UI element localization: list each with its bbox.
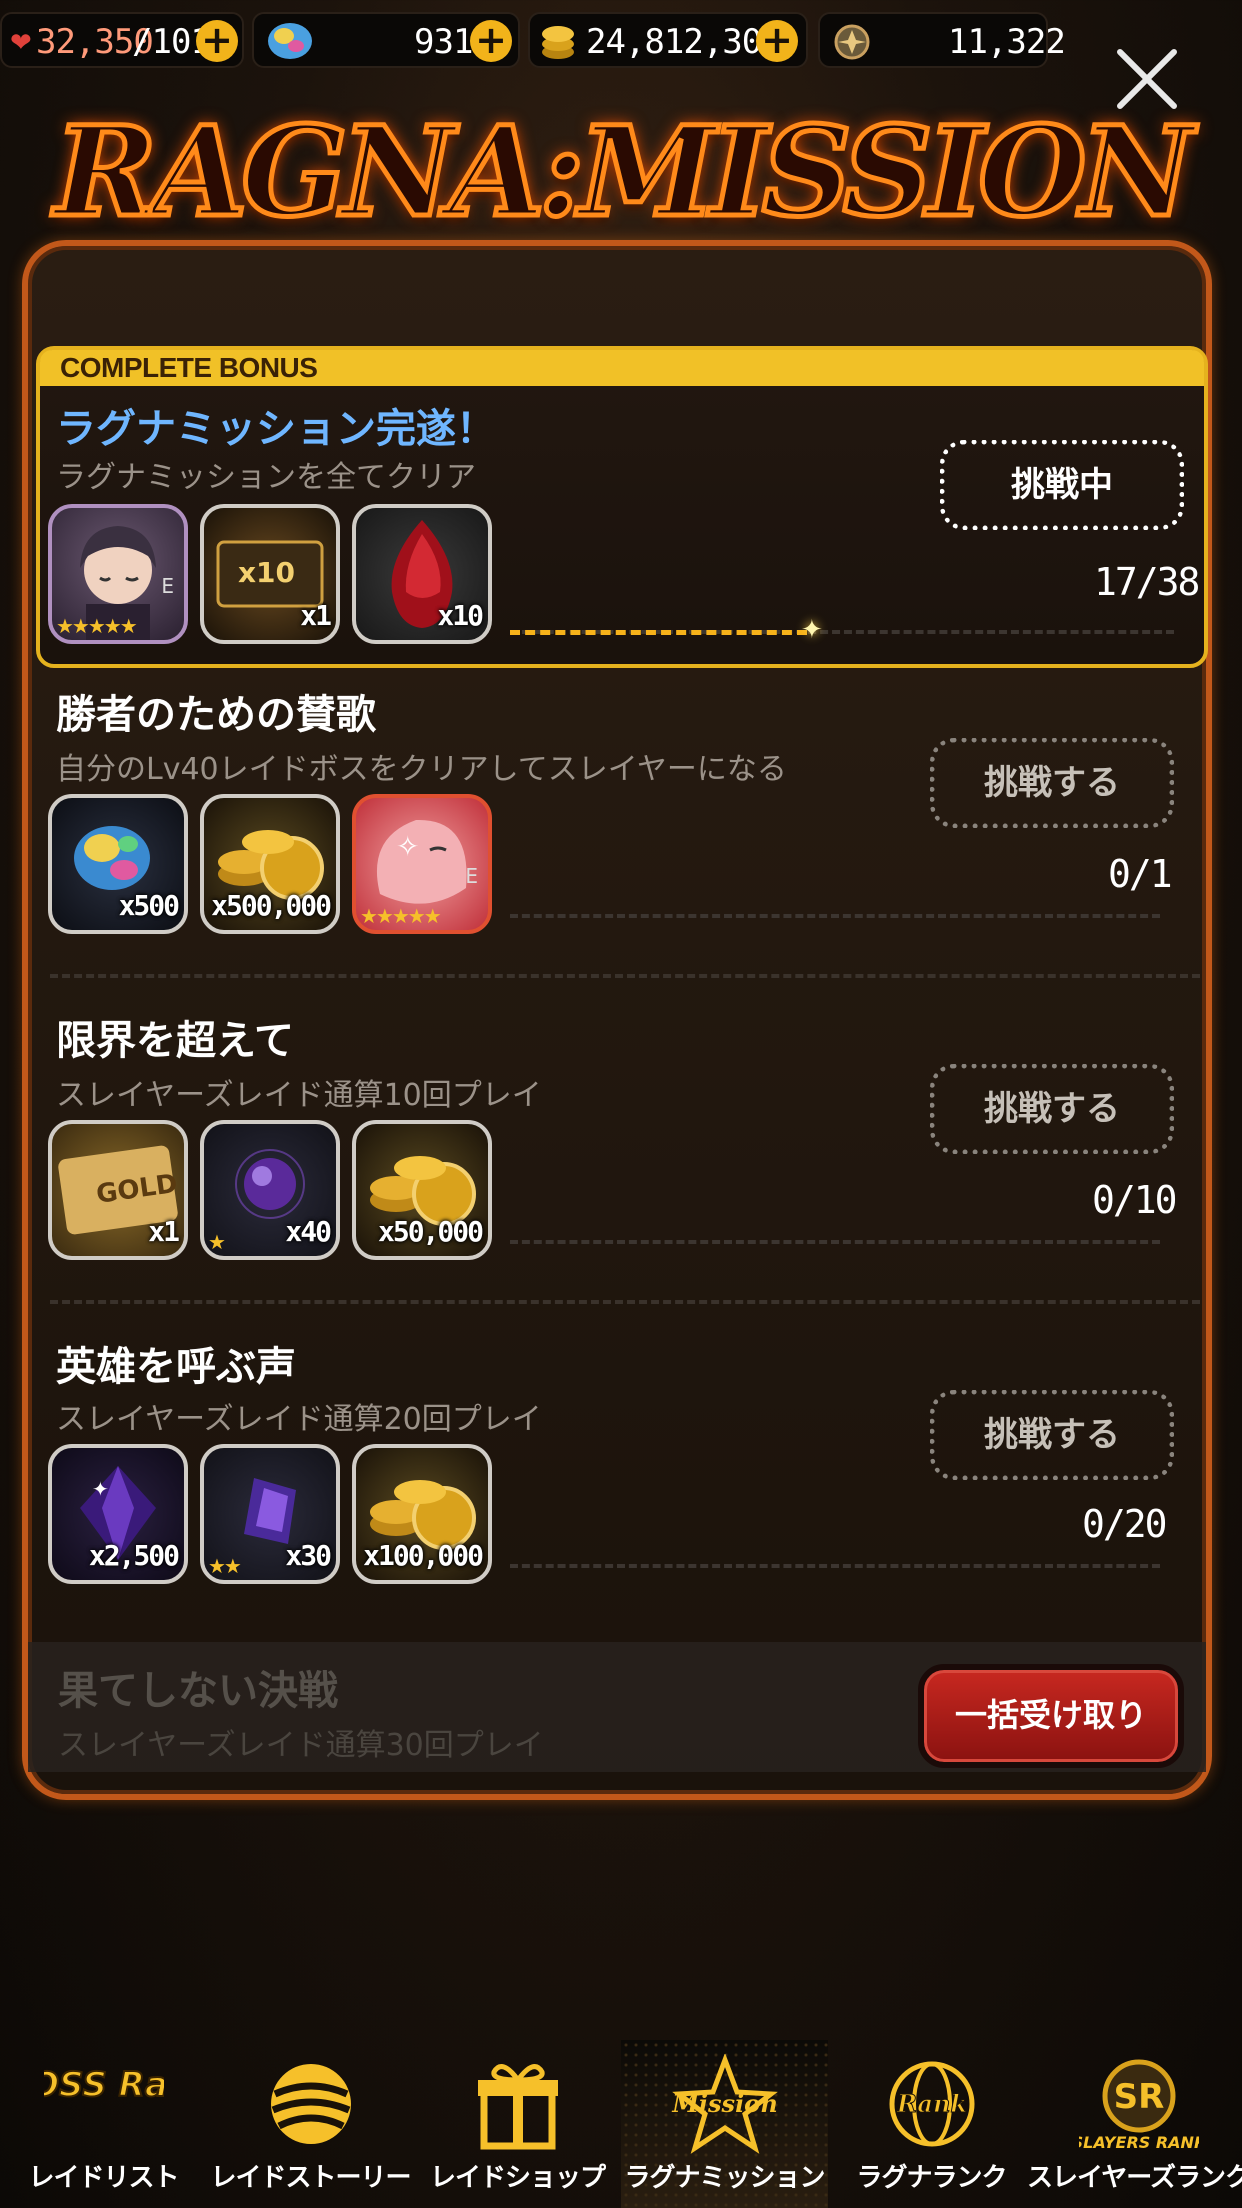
reward-pink-creature[interactable]: ✧ E ★★★★★: [352, 794, 492, 934]
reward-qty: x30: [285, 1539, 332, 1572]
divider: [50, 1300, 1200, 1304]
reward-qty: x500: [118, 889, 180, 922]
mission-description: スレイヤーズレイド通算20回プレイ: [56, 1402, 542, 1437]
gift-box-icon: [477, 2064, 558, 2150]
gem-value: 931: [414, 22, 473, 62]
mission-progress: 0/1: [1108, 852, 1173, 896]
complete-bonus-label: COMPLETE BONUS: [60, 352, 318, 383]
divider: [50, 974, 1200, 978]
rarity-stars: ★★: [208, 1554, 242, 1578]
progress-track: [510, 1240, 1160, 1244]
reward-purple-orb[interactable]: x40 ★: [200, 1120, 340, 1260]
gold-counter: 24,812,309 +: [528, 12, 808, 68]
complete-bonus-title: ラグナミッション完遂！: [56, 406, 496, 452]
rarity-stars: ★: [208, 1230, 226, 1254]
add-stamina-button[interactable]: +: [196, 20, 238, 62]
complete-bonus-tab: COMPLETE BONUS: [40, 350, 1204, 386]
reward-qty: x100,000: [363, 1539, 484, 1572]
svg-text:✧: ✧: [396, 830, 419, 863]
reward-qty: x2,500: [88, 1539, 180, 1572]
nav-raid-shop[interactable]: レイドショップ: [414, 2040, 621, 2208]
sparkle-icon: ✦: [801, 615, 823, 645]
element-tag: E: [465, 864, 478, 888]
reward-gacha-ticket[interactable]: x10 x1: [200, 504, 340, 644]
reward-gold-card[interactable]: GOLD x1: [48, 1120, 188, 1260]
gem-counter: 931 +: [252, 12, 520, 68]
heart-icon: ❤: [10, 28, 32, 58]
mission-description: スレイヤーズレイド通算10回プレイ: [56, 1078, 542, 1113]
mission-icon-text: Mission: [671, 2089, 777, 2118]
challenge-button[interactable]: 挑戦する: [930, 738, 1174, 828]
reward-character[interactable]: E ★★★★★: [48, 504, 188, 644]
svg-text:✦: ✦: [92, 1477, 109, 1501]
add-gold-button[interactable]: +: [756, 20, 798, 62]
reward-qty: x40: [285, 1215, 332, 1248]
mission-title: 限界を超えて: [56, 1018, 294, 1064]
rainbow-gem-icon: [268, 23, 312, 59]
mission-progress: 0/20: [1082, 1502, 1168, 1546]
boss-raid-icon-text: BOSS Raid: [44, 2065, 164, 2105]
nav-raid-list[interactable]: BOSS Raid レイドリスト: [0, 2040, 207, 2208]
reward-qty: x500,000: [211, 889, 332, 922]
page-title: RAGNA:MISSION: [52, 98, 1196, 248]
mission-title: 英雄を呼ぶ声: [56, 1344, 296, 1390]
reward-qty: x1: [148, 1215, 180, 1248]
claim-all-button[interactable]: 一括受け取り: [918, 1664, 1184, 1768]
medal-icon: [834, 24, 870, 60]
nav-slayers-rank[interactable]: SR SLAYERS RANK スレイヤーズランク: [1027, 2040, 1242, 2208]
mission-title: 果てしない決戦: [58, 1668, 338, 1714]
reward-red-gem[interactable]: x10: [352, 504, 492, 644]
add-gems-button[interactable]: +: [470, 20, 512, 62]
reward-qty: x50,000: [377, 1215, 484, 1248]
mission-progress: 0/10: [1092, 1178, 1178, 1222]
rank-icon-text: Rank: [895, 2089, 966, 2118]
medal-value: 11,322: [948, 22, 1066, 62]
nav-label: スレイヤーズランク: [1027, 2163, 1242, 2193]
reward-qty: x1: [300, 599, 332, 632]
stamina-counter: ❤ 32,350 /101 +: [0, 12, 244, 68]
progress-track: [510, 914, 1160, 918]
rarity-stars: ★★★★★: [360, 904, 442, 928]
nav-ragna-rank[interactable]: Rank ラグナランク: [828, 2040, 1035, 2208]
reward-gold-coins[interactable]: x50,000: [352, 1120, 492, 1260]
slayers-rank-icon-text: SLAYERS RANK: [1079, 2133, 1199, 2152]
rank-globe-icon: Rank: [889, 2061, 974, 2147]
reward-qty: x10: [437, 599, 484, 632]
reward-purple-crystal[interactable]: ✦ x2,500: [48, 1444, 188, 1584]
svg-text:SR: SR: [1113, 2077, 1164, 2117]
reward-gold-coins[interactable]: x500,000: [200, 794, 340, 934]
challenge-button[interactable]: 挑戦する: [930, 1390, 1174, 1480]
mission-title: 勝者のための賛歌: [56, 692, 376, 738]
gold-coin-icon: [542, 26, 574, 59]
mission-description: スレイヤーズレイド通算30回プレイ: [58, 1728, 544, 1763]
complete-bonus-progress: 17/38: [1094, 560, 1200, 604]
svg-text:x10: x10: [238, 556, 295, 589]
element-tag: E: [161, 574, 174, 598]
challenge-button[interactable]: 挑戦する: [930, 1064, 1174, 1154]
rarity-stars: ★★★★★: [56, 614, 138, 638]
boss-raid-icon: BOSS Raid: [44, 2064, 164, 2106]
striped-ball-icon: [270, 2064, 351, 2144]
progress-fill: [510, 630, 807, 635]
reward-gold-coins[interactable]: x100,000: [352, 1444, 492, 1584]
reward-rainbow-gem[interactable]: x500: [48, 794, 188, 934]
complete-bonus-description: ラグナミッションを全てクリア: [56, 460, 476, 495]
progress-track: [510, 1564, 1160, 1568]
mission-star-icon: Mission: [671, 2054, 778, 2154]
challenging-button[interactable]: 挑戦中: [940, 440, 1184, 530]
reward-purple-shard[interactable]: x30 ★★: [200, 1444, 340, 1584]
medal-counter: 11,322: [818, 12, 1066, 68]
mission-description: 自分のLv40レイドボスをクリアしてスレイヤーになる: [56, 752, 787, 787]
nav-raid-story[interactable]: レイドストーリー: [207, 2040, 414, 2208]
nav-ragna-mission[interactable]: Mission ラグナミッション: [621, 2040, 828, 2208]
slayers-rank-icon: SR SLAYERS RANK: [1079, 2059, 1199, 2152]
gold-value: 24,812,309: [586, 22, 782, 62]
